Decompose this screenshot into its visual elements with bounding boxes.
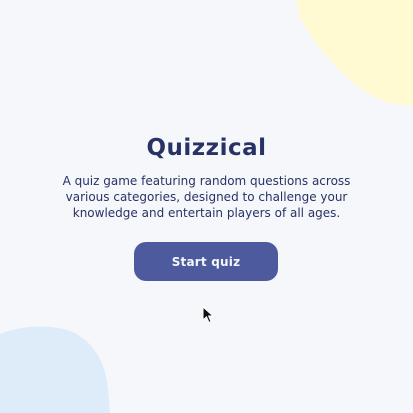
intro-screen: Quizzical A quiz game featuring random q… <box>0 0 413 413</box>
intro-description: A quiz game featuring random questions a… <box>62 174 351 220</box>
start-quiz-button[interactable]: Start quiz <box>134 242 278 281</box>
arrow-cursor-icon <box>202 306 215 324</box>
page-title: Quizzical <box>146 135 267 161</box>
